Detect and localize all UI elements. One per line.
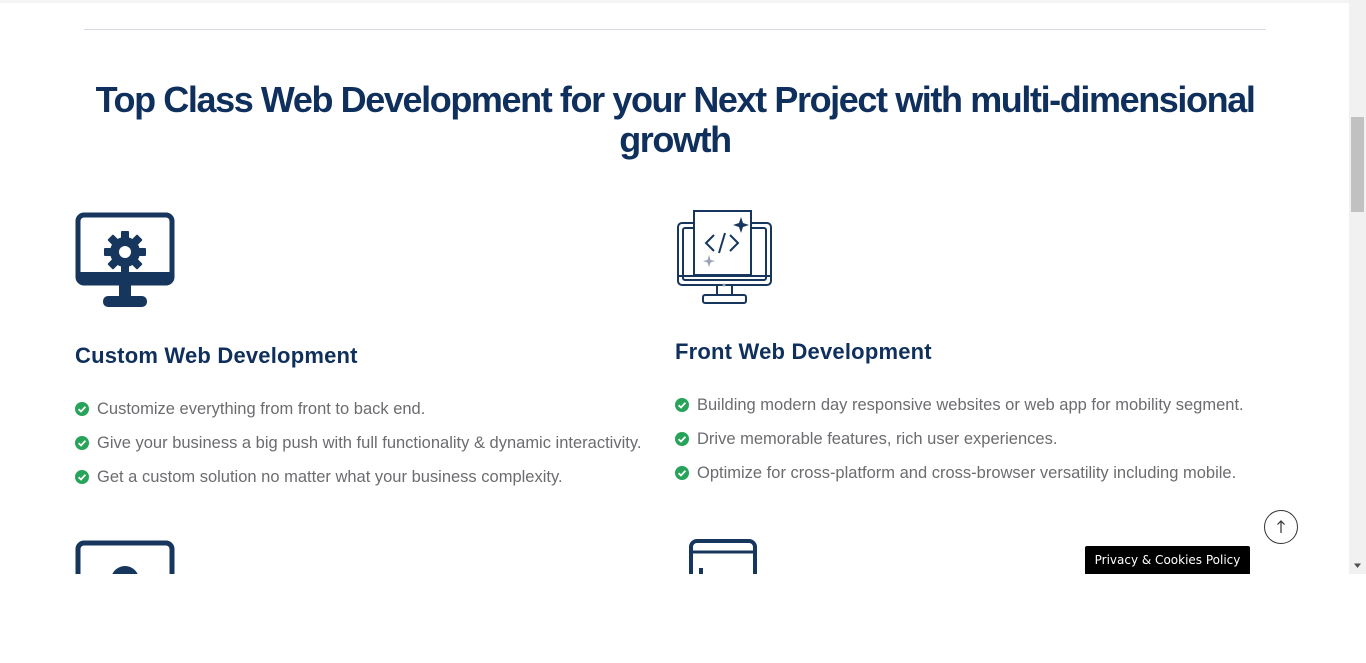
feature-list-custom: Customize everything from front to back … (75, 392, 675, 494)
feature-text: Give your business a big push with full … (97, 434, 642, 452)
top-strip (0, 0, 1349, 3)
check-circle-icon (75, 436, 89, 450)
service-title-custom: Custom Web Development (75, 343, 358, 368)
check-circle-icon (75, 470, 89, 484)
list-item: Get a custom solution no matter what you… (75, 460, 675, 494)
privacy-cookies-policy-button[interactable]: Privacy & Cookies Policy (1085, 546, 1250, 574)
page-viewport: Top Class Web Development for your Next … (0, 0, 1349, 574)
service-card-front: Front Web Development Building modern da… (675, 209, 1315, 490)
scrollbar-thumb[interactable] (1351, 117, 1364, 212)
feature-text: Optimize for cross-platform and cross-br… (697, 464, 1237, 482)
feature-text: Get a custom solution no matter what you… (97, 468, 563, 486)
monitor-gear-icon (75, 212, 175, 307)
service-card-custom: Custom Web Development Customize everyth… (75, 212, 675, 494)
section-heading: Top Class Web Development for your Next … (95, 79, 1256, 160)
check-circle-icon (675, 398, 689, 412)
list-item: Building modern day responsive websites … (675, 388, 1315, 422)
tablet-icon (689, 539, 757, 574)
feature-text: Customize everything from front to back … (97, 400, 426, 418)
service-title-front: Front Web Development (675, 339, 932, 364)
feature-text: Building modern day responsive websites … (697, 396, 1244, 414)
feature-text: Drive memorable features, rich user expe… (697, 430, 1058, 448)
list-item: Give your business a big push with full … (75, 426, 675, 460)
vertical-scrollbar[interactable] (1349, 0, 1366, 574)
section-divider (84, 29, 1266, 30)
check-circle-icon (75, 402, 89, 416)
monitor-icon (75, 540, 175, 574)
scroll-to-top-button[interactable] (1264, 510, 1298, 544)
list-item: Drive memorable features, rich user expe… (675, 422, 1315, 456)
monitor-code-icon (677, 210, 772, 304)
arrow-up-icon (1277, 520, 1285, 533)
feature-list-front: Building modern day responsive websites … (675, 388, 1315, 490)
list-item: Optimize for cross-platform and cross-br… (675, 456, 1315, 490)
scroll-down-arrow-icon[interactable] (1353, 561, 1362, 570)
check-circle-icon (675, 466, 689, 480)
list-item: Customize everything from front to back … (75, 392, 675, 426)
check-circle-icon (675, 432, 689, 446)
